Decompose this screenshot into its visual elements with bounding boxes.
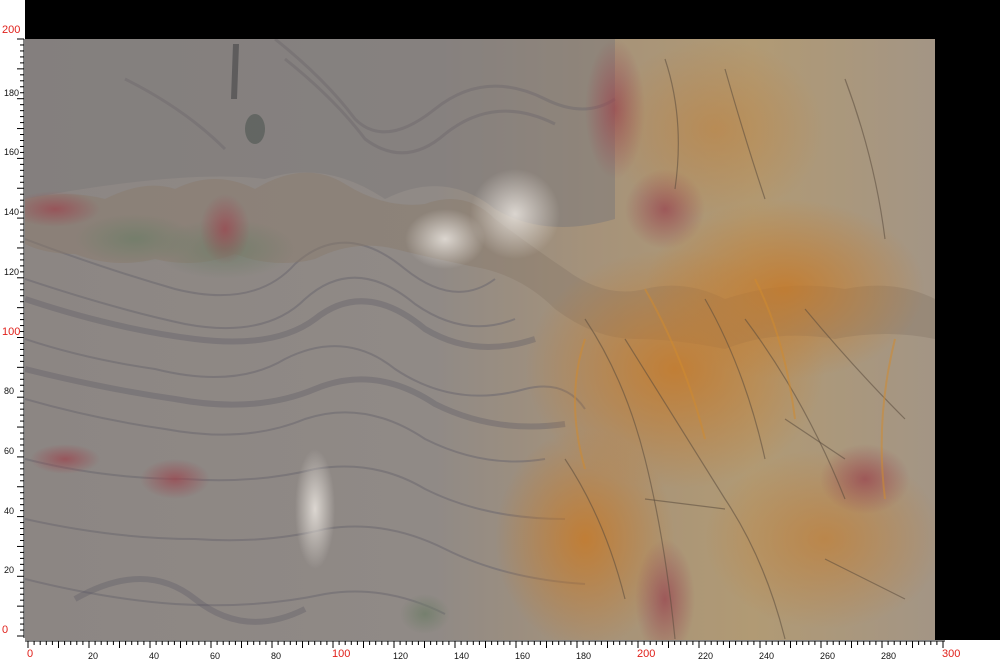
vertical-ruler-label: 180: [4, 87, 20, 98]
horizontal-ruler-label: 60: [210, 651, 221, 661]
horizontal-ruler-label: 80: [271, 651, 282, 661]
horizontal-ruler-label: 220: [698, 651, 714, 661]
vertical-ruler-label: 120: [4, 266, 20, 277]
slab-photo-stage: 0 20 40 60 80 100 120 140 160 180 200 0 20 40 60 80 100 1…: [0, 0, 1000, 664]
horizontal-ruler-label: 300: [942, 648, 961, 660]
vertical-ruler-label: 80: [4, 386, 15, 397]
horizontal-ruler-label: 200: [637, 648, 656, 660]
horizontal-ruler-label: 180: [576, 651, 592, 661]
vertical-ruler-label: 40: [4, 505, 15, 516]
vertical-ruler-label: 60: [4, 445, 15, 456]
horizontal-ruler-label: 120: [393, 651, 409, 661]
horizontal-ruler-label: 40: [149, 651, 160, 661]
vertical-ruler-label: 0: [2, 624, 9, 636]
horizontal-ruler-label: 0: [27, 648, 34, 660]
horizontal-ruler-label: 240: [759, 651, 775, 661]
vertical-ruler-label: 200: [2, 24, 21, 36]
marble-slab-image: [25, 39, 935, 640]
horizontal-ruler-label: 20: [88, 651, 99, 661]
vertical-ruler-label: 100: [2, 325, 21, 338]
horizontal-ruler-label: 140: [454, 651, 470, 661]
vertical-ruler-label: 160: [4, 147, 20, 158]
vertical-ruler-label: 20: [4, 565, 15, 576]
horizontal-ruler-label: 260: [820, 651, 836, 661]
horizontal-ruler-label: 100: [332, 648, 351, 660]
horizontal-ruler-label: 280: [881, 651, 897, 661]
horizontal-ruler-label: 160: [515, 651, 531, 661]
vertical-ruler-label: 140: [4, 207, 20, 218]
